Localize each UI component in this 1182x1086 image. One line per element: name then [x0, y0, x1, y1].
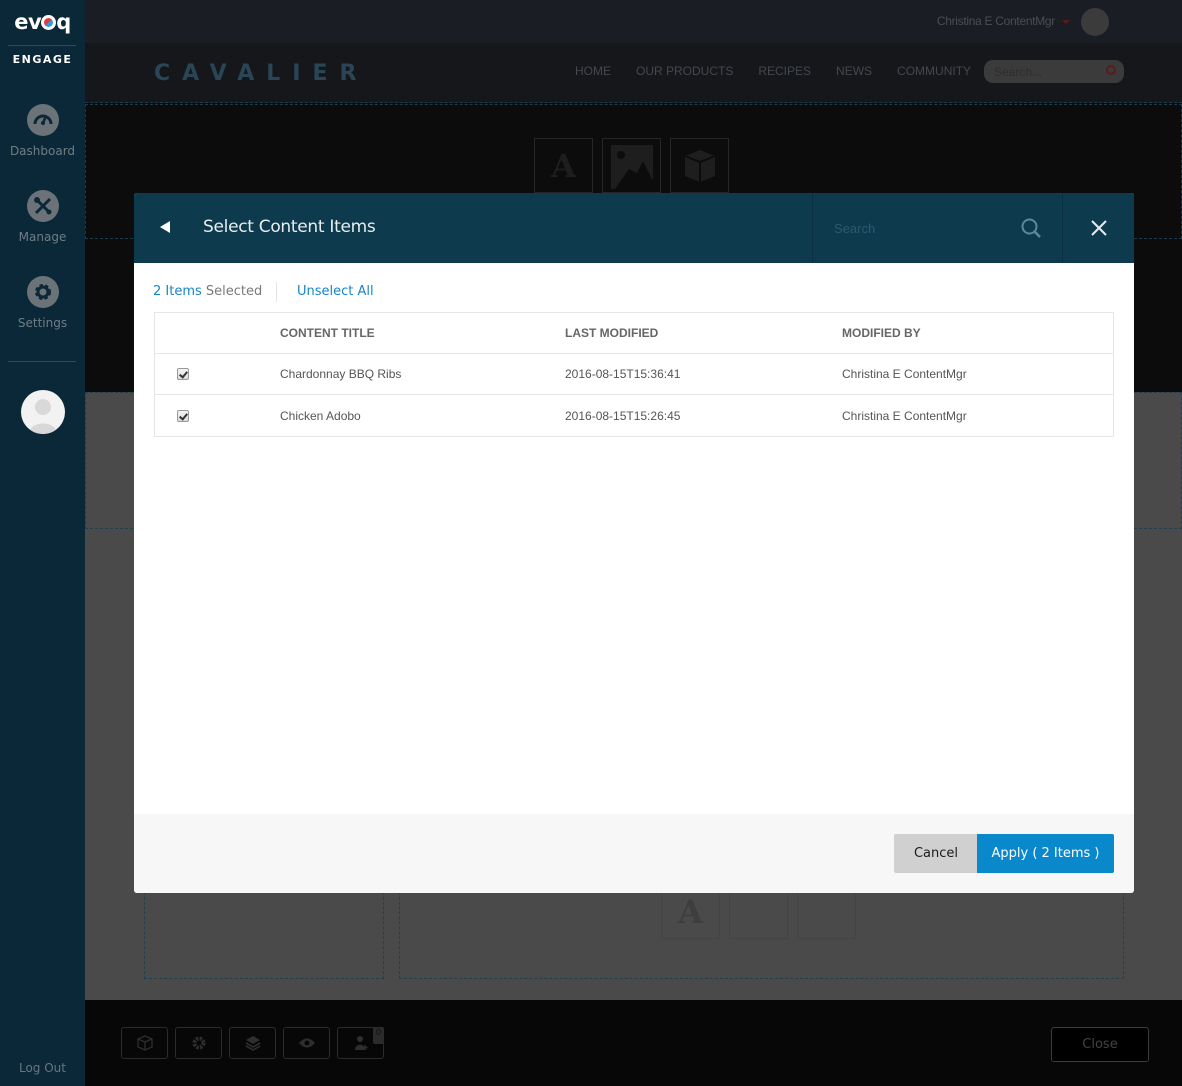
- eye-icon: [298, 1038, 315, 1048]
- user-count-badge: 0: [373, 1027, 384, 1044]
- user-menu-name[interactable]: Christina E ContentMgr: [937, 14, 1055, 28]
- column-header-modified-by[interactable]: MODIFIED BY: [842, 313, 921, 353]
- site-nav-news[interactable]: NEWS: [836, 64, 872, 78]
- site-brand-logo[interactable]: CAVALIER: [154, 61, 368, 86]
- add-image-module-icon: [602, 138, 661, 193]
- table-row[interactable]: Chardonnay BBQ Ribs 2016-08-15T15:36:41 …: [155, 354, 1113, 395]
- preview-button[interactable]: [283, 1027, 330, 1059]
- site-nav-home[interactable]: HOME: [575, 64, 611, 78]
- logout-link[interactable]: Log Out: [0, 1061, 85, 1075]
- sidebar-divider: [8, 361, 76, 362]
- modified-by-cell: Christina E ContentMgr: [842, 367, 967, 381]
- column-header-last-modified[interactable]: LAST MODIFIED: [565, 313, 658, 353]
- add-user-icon: [354, 1036, 367, 1050]
- site-search-input[interactable]: Search...: [984, 60, 1124, 83]
- sidebar-item-settings[interactable]: Settings: [0, 276, 85, 330]
- site-nav: HOME OUR PRODUCTS RECIPES NEWS COMMUNITY: [575, 64, 996, 78]
- logo-text: ev q: [14, 10, 71, 34]
- gear-icon: [192, 1036, 205, 1050]
- selection-divider: [276, 282, 277, 302]
- dialog-header: Select Content Items: [134, 193, 1134, 263]
- close-icon: [1090, 220, 1107, 236]
- layers-button[interactable]: [229, 1027, 276, 1059]
- close-edit-mode-button[interactable]: Close: [1051, 1027, 1149, 1062]
- back-arrow-icon[interactable]: [156, 219, 176, 237]
- modified-by-cell: Christina E ContentMgr: [842, 408, 967, 423]
- table-header: CONTENT TITLE LAST MODIFIED MODIFIED BY: [155, 313, 1113, 354]
- dialog-footer: Cancel Apply ( 2 Items ): [134, 814, 1134, 893]
- content-items-table: CONTENT TITLE LAST MODIFIED MODIFIED BY …: [154, 312, 1114, 437]
- logo-divider: [8, 45, 76, 46]
- add-user-button[interactable]: 0: [337, 1027, 384, 1059]
- row-checkbox[interactable]: [177, 409, 189, 422]
- sidebar-item-manage[interactable]: Manage: [0, 190, 85, 244]
- add-module-button[interactable]: [121, 1027, 168, 1059]
- evoq-logo: ev q: [0, 10, 85, 34]
- select-content-items-dialog: Select Content Items 2 Items Selected Un…: [134, 193, 1134, 893]
- selection-summary: 2 Items Selected: [153, 284, 262, 299]
- sidebar-item-label: Manage: [18, 230, 67, 244]
- apply-button[interactable]: Apply ( 2 Items ): [977, 834, 1114, 873]
- last-modified-cell: 2016-08-15T15:36:41: [565, 367, 681, 381]
- sidebar-item-label: Settings: [17, 316, 68, 330]
- search-icon[interactable]: [1106, 65, 1116, 75]
- dialog-search-input[interactable]: [813, 193, 1013, 263]
- close-dialog-button[interactable]: [1063, 193, 1134, 263]
- sidebar-item-label: Dashboard: [9, 144, 76, 158]
- page-settings-button[interactable]: [175, 1027, 222, 1059]
- site-nav-community[interactable]: COMMUNITY: [897, 64, 971, 78]
- gear-icon: [26, 276, 59, 308]
- caret-down-icon[interactable]: [1062, 20, 1070, 24]
- dialog-search: [812, 193, 1063, 263]
- add-text-module-icon: A: [534, 138, 593, 193]
- site-nav-recipes[interactable]: RECIPES: [758, 64, 811, 78]
- site-search-placeholder: Search...: [994, 65, 1043, 79]
- site-header: CAVALIER HOME OUR PRODUCTS RECIPES NEWS …: [85, 43, 1182, 103]
- persona-bar-sidebar: ev q ENGAGE Dashboard Manage Settings Log…: [0, 0, 85, 1086]
- product-name: ENGAGE: [12, 53, 73, 66]
- table-row[interactable]: Chicken Adobo 2016-08-15T15:26:45 Christ…: [155, 395, 1113, 436]
- site-nav-our-products[interactable]: OUR PRODUCTS: [636, 64, 733, 78]
- site-top-bar: Christina E ContentMgr: [85, 0, 1182, 43]
- user-avatar[interactable]: [21, 390, 65, 434]
- content-title-cell: Chicken Adobo: [280, 408, 361, 423]
- sidebar-item-dashboard[interactable]: Dashboard: [0, 104, 85, 158]
- edit-bar-bottom: 0 Close: [85, 1000, 1182, 1086]
- last-modified-cell: 2016-08-15T15:26:45: [565, 408, 681, 423]
- cube-icon: [136, 1035, 153, 1051]
- column-header-content-title[interactable]: CONTENT TITLE: [280, 313, 375, 353]
- dialog-title: Select Content Items: [203, 217, 376, 237]
- add-module-cube-icon: [670, 138, 729, 193]
- wrench-screwdriver-icon: [26, 190, 59, 222]
- dashboard-gauge-icon: [26, 104, 59, 136]
- unselect-all-link[interactable]: Unselect All: [297, 284, 374, 299]
- app-root: ev q ENGAGE Dashboard Manage Settings Log…: [0, 0, 1182, 1086]
- selected-label: Selected: [205, 284, 263, 299]
- cancel-button[interactable]: Cancel: [894, 834, 978, 873]
- row-checkbox[interactable]: [177, 368, 189, 380]
- selected-count: 2 Items: [153, 284, 202, 299]
- top-user-avatar[interactable]: [1081, 8, 1109, 36]
- content-title-cell: Chardonnay BBQ Ribs: [280, 367, 402, 381]
- search-icon[interactable]: [1020, 217, 1042, 239]
- layers-icon: [245, 1036, 260, 1051]
